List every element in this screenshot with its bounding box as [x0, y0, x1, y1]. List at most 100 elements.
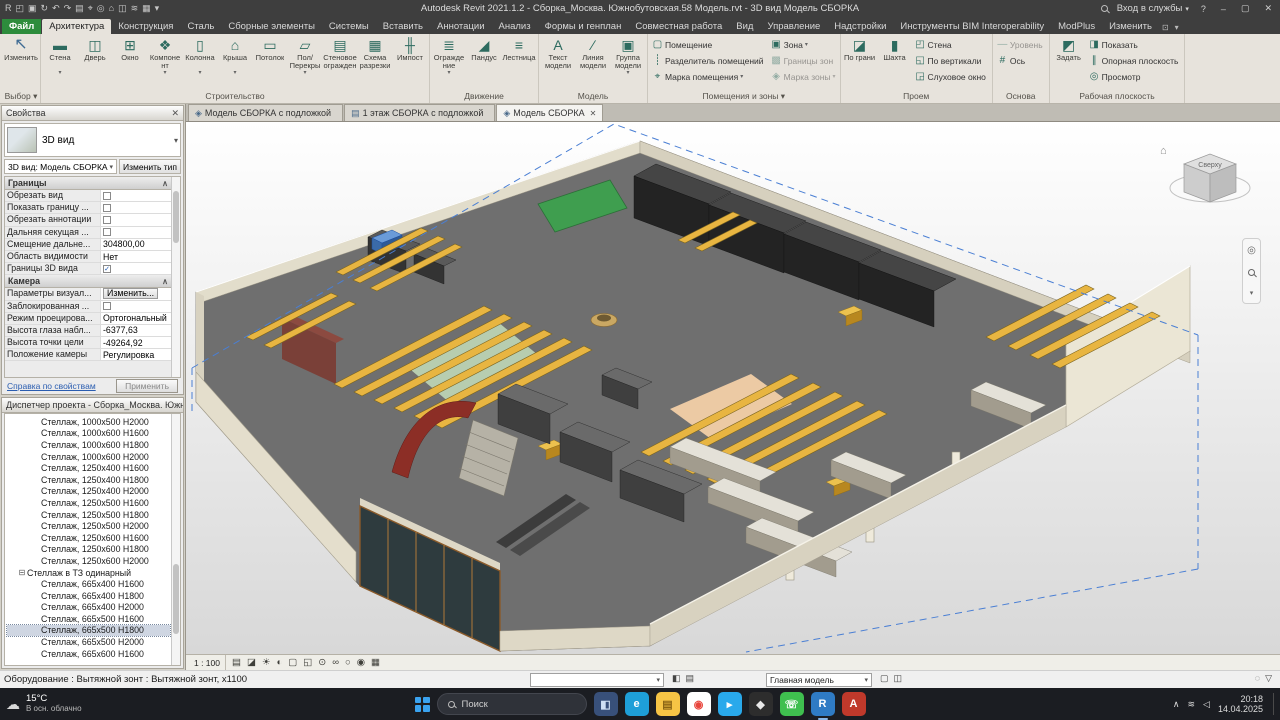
- ribbon-button[interactable]: ◈Марка зоны▾: [771, 69, 836, 84]
- ribbon-tab[interactable]: Файл: [2, 19, 41, 34]
- ribbon-button[interactable]: ◰Стена: [915, 37, 988, 52]
- property-row[interactable]: Границы 3D вида: [5, 263, 171, 275]
- volume-icon[interactable]: ◁: [1203, 699, 1210, 710]
- browser-tree-item[interactable]: Стеллаж, 1000х600 Н2000: [7, 451, 170, 463]
- browser-tree-item[interactable]: Стеллаж, 1250х500 Н1600: [7, 497, 170, 509]
- scrollbar[interactable]: [171, 177, 180, 377]
- ribbon-button[interactable]: ―Уровень: [997, 37, 1045, 52]
- ribbon-button[interactable]: ▱Пол/Перекрытие▾: [288, 35, 322, 90]
- browser-tree-item[interactable]: Стеллаж, 1250х400 Н1800: [7, 474, 170, 486]
- taskbar-whatsapp-icon[interactable]: ☏: [780, 692, 804, 716]
- thin-lines-icon[interactable]: ≋: [131, 1, 139, 16]
- undo-icon[interactable]: ↶: [52, 1, 60, 16]
- property-row[interactable]: Высота точки цели-49264,92: [5, 337, 171, 349]
- ribbon-button[interactable]: ▤Стеновое ограждение: [323, 35, 357, 90]
- worksharing-status-icon[interactable]: ◫: [894, 673, 903, 684]
- ribbon-button[interactable]: ◪По грани: [843, 35, 877, 90]
- browser-tree-item[interactable]: Стеллаж, 1250х400 Н1600: [7, 462, 170, 474]
- ribbon-button[interactable]: ∕Линия модели: [576, 35, 610, 90]
- temporary-view-properties-icon[interactable]: ▦: [371, 657, 380, 668]
- ribbon-tab[interactable]: Системы: [322, 19, 376, 34]
- ribbon-tab[interactable]: Формы и генплан: [538, 19, 629, 34]
- ribbon-tab[interactable]: Архитектура: [42, 19, 111, 34]
- print-icon[interactable]: ▤: [75, 1, 84, 16]
- property-row[interactable]: Смещение дальне...304800,00: [5, 239, 171, 251]
- property-row[interactable]: Положение камерыРегулировка: [5, 349, 171, 361]
- chevron-down-icon[interactable]: ▾: [174, 136, 178, 145]
- ribbon-button[interactable]: ┊Разделитель помещений: [652, 53, 766, 68]
- browser-tree-item[interactable]: Стеллаж, 1000х600 Н1600: [7, 428, 170, 440]
- ribbon-tab[interactable]: Вставить: [376, 19, 430, 34]
- show-desktop-button[interactable]: [1273, 693, 1275, 715]
- app-button-icon[interactable]: R: [5, 1, 12, 16]
- ribbon-button[interactable]: ◲Слуховое окно: [915, 69, 988, 84]
- taskbar-telegram-icon[interactable]: ▸: [718, 692, 742, 716]
- network-icon[interactable]: ≋: [1187, 699, 1195, 710]
- property-group-header[interactable]: Камера∧: [5, 275, 171, 288]
- ribbon-button[interactable]: ◱По вертикали: [915, 53, 988, 68]
- ribbon-tab[interactable]: ModPlus: [1051, 19, 1102, 34]
- browser-tree-item[interactable]: Стеллаж, 665х500 Н1800: [7, 625, 170, 637]
- browser-tree-item[interactable]: Стеллаж, 1250х600 Н1800: [7, 544, 170, 556]
- ribbon-tab[interactable]: Аннотации: [430, 19, 492, 34]
- ribbon-tab[interactable]: Сталь: [180, 19, 221, 34]
- browser-tree-item[interactable]: Стеллаж, 665х500 Н2000: [7, 636, 170, 648]
- help-button[interactable]: ?: [1198, 4, 1209, 14]
- ribbon-tab[interactable]: Изменить: [1102, 19, 1159, 34]
- property-row[interactable]: Режим проецирова...Ортогональный: [5, 313, 171, 325]
- ribbon-button[interactable]: ▣Группа модели▾: [611, 35, 645, 90]
- weather-widget[interactable]: ☁ 15°CВ осн. облачно: [6, 694, 82, 714]
- close-view-icon[interactable]: ✕: [590, 109, 597, 118]
- view-cube[interactable]: ⌂ Сверху: [1160, 145, 1250, 202]
- browser-tree-item[interactable]: ⊟Стеллаж в ТЗ одинарный: [7, 567, 170, 579]
- default-3d-view-icon[interactable]: ⌂: [109, 1, 114, 16]
- ribbon-button[interactable]: ⌖Марка помещения▾: [652, 69, 766, 84]
- checkbox[interactable]: [103, 228, 111, 236]
- show-crop-icon[interactable]: ◱: [303, 657, 312, 668]
- browser-tree-item[interactable]: Стеллаж, 1250х600 Н2000: [7, 555, 170, 567]
- collapse-icon[interactable]: ∧: [162, 277, 168, 286]
- ribbon-panel-caption[interactable]: Выбор ▾: [4, 90, 38, 103]
- tray-chevron-icon[interactable]: ∧: [1173, 699, 1180, 710]
- collapse-icon[interactable]: ∧: [162, 179, 168, 188]
- exclusions-icon[interactable]: ◌: [1255, 673, 1260, 684]
- design-options-icon[interactable]: ◧: [672, 673, 681, 684]
- ribbon-button[interactable]: AТекст модели: [541, 35, 575, 90]
- ribbon-button[interactable]: ∥Опорная плоскость: [1089, 53, 1181, 68]
- view-tab[interactable]: ◈Модель СБОРКА✕: [496, 104, 603, 121]
- zoom-icon[interactable]: [1248, 269, 1255, 276]
- drawing-area[interactable]: ⌂ Сверху ◎ ▾: [186, 122, 1280, 654]
- type-selector[interactable]: 3D вид ▾: [4, 123, 181, 157]
- clock[interactable]: 20:18 14.04.2025: [1218, 694, 1263, 715]
- properties-help-link[interactable]: Справка по свойствам: [7, 381, 96, 391]
- checkbox[interactable]: [103, 302, 111, 310]
- view-tab[interactable]: ◈Модель СБОРКА с подложкой: [188, 104, 343, 121]
- section-icon[interactable]: ◫: [118, 1, 127, 16]
- ribbon-button[interactable]: #Ось: [997, 53, 1045, 68]
- ribbon-button[interactable]: ◨Показать: [1089, 37, 1181, 52]
- browser-tree-item[interactable]: Стеллаж, 665х400 Н1600: [7, 578, 170, 590]
- visual-style-icon[interactable]: ◪: [247, 657, 256, 668]
- redo-icon[interactable]: ↷: [64, 1, 72, 16]
- ribbon-button[interactable]: ▢Помещение: [652, 37, 766, 52]
- property-row[interactable]: Параметры визуал...Изменить...: [5, 288, 171, 300]
- tree-expand-icon[interactable]: ⊟: [17, 568, 27, 577]
- editable-only-icon[interactable]: ▢: [880, 673, 889, 684]
- ribbon-button[interactable]: ▭Потолок: [253, 35, 287, 90]
- detail-level-icon[interactable]: ▤: [232, 657, 241, 668]
- scale-button[interactable]: 1 : 100: [189, 655, 226, 670]
- design-options-combo[interactable]: ▾: [530, 673, 664, 687]
- taskbar-app-icon[interactable]: ◧: [594, 692, 618, 716]
- ribbon-button[interactable]: ↖Изменить: [4, 35, 38, 90]
- checkbox[interactable]: [103, 192, 111, 200]
- taskbar-edge-icon[interactable]: e: [625, 692, 649, 716]
- sign-in-button[interactable]: Вход в службы▾: [1117, 3, 1189, 14]
- qat-customize-icon[interactable]: ▾: [155, 1, 160, 16]
- checkbox[interactable]: [103, 204, 111, 212]
- property-group-header[interactable]: Границы∧: [5, 177, 171, 190]
- taskbar-autocad-icon[interactable]: A: [842, 692, 866, 716]
- temporary-hide-isolate-icon[interactable]: ∞: [332, 657, 339, 668]
- checkbox[interactable]: [103, 265, 111, 273]
- scrollbar[interactable]: [171, 414, 180, 665]
- ribbon-button[interactable]: ◩Задать: [1052, 35, 1086, 90]
